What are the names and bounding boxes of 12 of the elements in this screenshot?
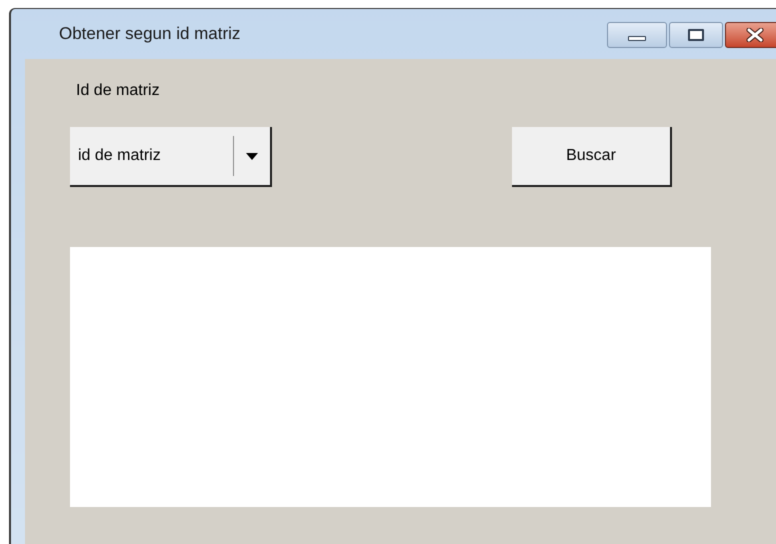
minimize-button[interactable] [607, 22, 667, 48]
close-icon [746, 28, 764, 42]
window-title: Obtener segun id matriz [59, 23, 240, 46]
search-button[interactable]: Buscar [512, 127, 672, 187]
maximize-button[interactable] [669, 22, 723, 48]
dropdown[interactable]: id de matriz [70, 127, 272, 187]
close-button[interactable] [725, 22, 776, 48]
restore-icon [688, 29, 704, 41]
minimize-icon [628, 36, 646, 40]
field-label: Id de matriz [76, 81, 161, 101]
dropdown-value: id de matriz [78, 146, 162, 166]
caret-icon [246, 152, 258, 160]
